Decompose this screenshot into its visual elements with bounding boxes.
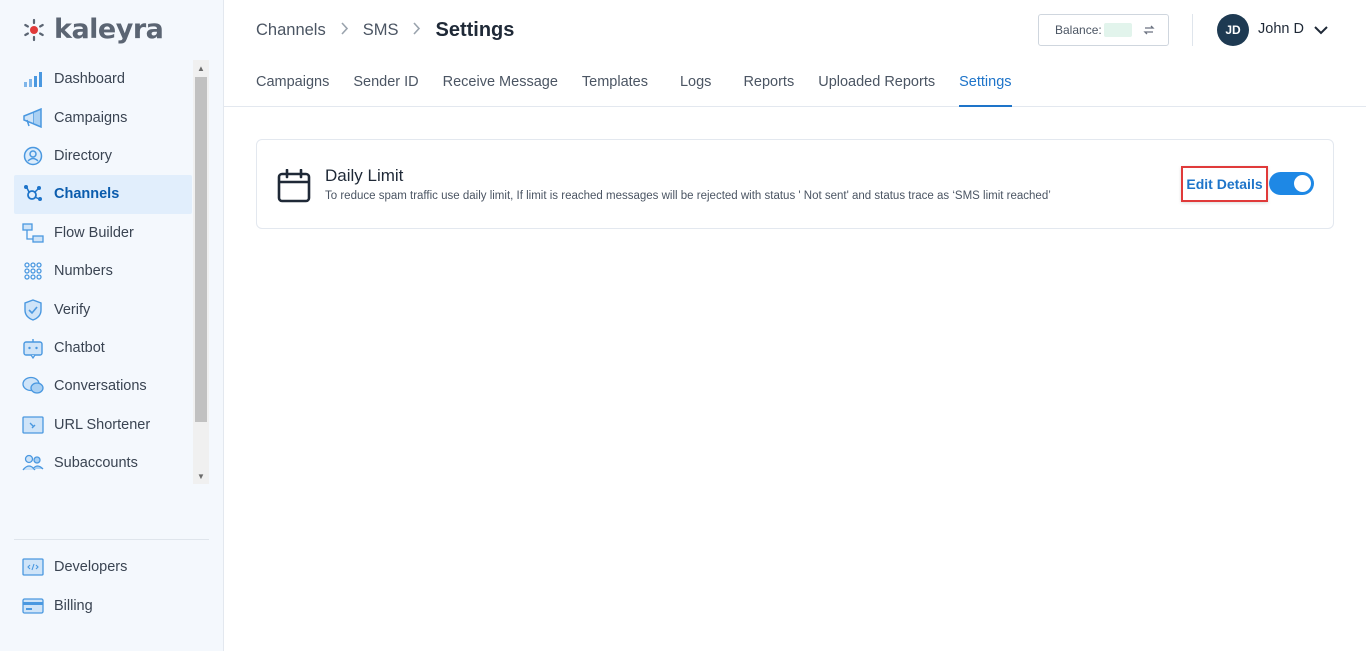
- card-icon: [22, 595, 44, 617]
- sidebar-item-conversations[interactable]: Conversations: [14, 367, 192, 405]
- sidebar-scrollbar[interactable]: ▲ ▼: [193, 60, 209, 484]
- shield-icon: [22, 298, 44, 321]
- dialpad-icon: [22, 260, 44, 282]
- tab-settings[interactable]: Settings: [959, 60, 1012, 107]
- sidebar-item-label: Chatbot: [54, 339, 105, 356]
- sidebar-item-chatbot[interactable]: Chatbot: [14, 329, 192, 367]
- balance-button[interactable]: Balance:: [1038, 14, 1169, 46]
- logo-mark-icon: [24, 18, 44, 41]
- calendar-icon: [277, 169, 311, 203]
- page-title: Settings: [435, 18, 515, 41]
- chatbot-icon: [22, 337, 44, 359]
- tab-templates[interactable]: Templates: [582, 60, 648, 107]
- code-icon: [22, 556, 44, 578]
- balance-label: Balance:: [1055, 23, 1102, 37]
- sidebar-item-label: Developers: [54, 559, 128, 576]
- sidebar-item-directory[interactable]: Directory: [14, 137, 192, 175]
- sidebar-item-subaccounts[interactable]: Subaccounts: [14, 444, 192, 482]
- daily-limit-title: Daily Limit: [325, 166, 404, 185]
- tab-receive-message[interactable]: Receive Message: [443, 60, 558, 107]
- sidebar-item-verify[interactable]: Verify: [14, 290, 192, 328]
- sidebar-item-label: Directory: [54, 147, 113, 164]
- sidebar-item-label: Flow Builder: [54, 224, 134, 241]
- megaphone-icon: [22, 107, 44, 129]
- breadcrumb-channels[interactable]: Channels: [256, 21, 326, 40]
- sidebar-item-channels[interactable]: Channels: [14, 175, 192, 214]
- link-icon: [22, 414, 44, 436]
- daily-limit-card: Daily Limit To reduce spam traffic use d…: [256, 139, 1334, 229]
- daily-limit-toggle[interactable]: [1269, 172, 1314, 195]
- sidebar-bottom-nav: Developers Billing: [14, 548, 192, 625]
- breadcrumb-separator-icon: [412, 22, 421, 38]
- breadcrumb-separator-icon: [340, 22, 349, 38]
- sidebar-nav: Dashboard Campaigns Directory Channels F…: [14, 60, 192, 482]
- sidebar-item-campaigns[interactable]: Campaigns: [14, 98, 192, 136]
- tab-uploaded-reports[interactable]: Uploaded Reports: [818, 60, 935, 107]
- chat-icon: [22, 375, 44, 397]
- breadcrumb-sms[interactable]: SMS: [363, 21, 399, 40]
- tab-reports[interactable]: Reports: [743, 60, 794, 107]
- channels-icon: [22, 183, 44, 205]
- sidebar-item-label: Verify: [54, 301, 91, 318]
- channel-tabs: Campaigns Sender ID Receive Message Temp…: [256, 60, 1036, 107]
- logo-text: kaleyra: [54, 14, 164, 45]
- sidebar-item-developers[interactable]: Developers: [14, 548, 192, 586]
- scroll-thumb[interactable]: [195, 77, 207, 422]
- user-name[interactable]: John D: [1258, 21, 1304, 37]
- scroll-down-arrow-icon[interactable]: ▼: [193, 468, 209, 484]
- edit-details-button[interactable]: Edit Details: [1181, 166, 1268, 202]
- sidebar-item-flow-builder[interactable]: Flow Builder: [14, 214, 192, 252]
- chevron-down-icon[interactable]: [1313, 22, 1329, 38]
- top-header: Channels SMS Settings Balance: JD John D…: [224, 0, 1366, 107]
- avatar[interactable]: JD: [1217, 14, 1249, 46]
- sidebar-item-label: Campaigns: [54, 109, 128, 126]
- sidebar-item-label: Subaccounts: [54, 455, 138, 472]
- scroll-up-arrow-icon[interactable]: ▲: [193, 60, 209, 76]
- refresh-icon[interactable]: [1142, 23, 1156, 37]
- sidebar-item-label: Dashboard: [54, 71, 125, 88]
- header-divider: [1192, 14, 1193, 46]
- sidebar-item-url-shortener[interactable]: URL Shortener: [14, 406, 192, 444]
- sidebar: kaleyra Dashboard Campaigns Directory Ch…: [0, 0, 224, 651]
- users-icon: [22, 452, 44, 474]
- breadcrumb: Channels SMS Settings: [256, 17, 514, 43]
- sidebar-item-label: Conversations: [54, 378, 147, 395]
- tab-logs[interactable]: Logs: [680, 60, 711, 107]
- sidebar-item-label: Billing: [54, 597, 93, 614]
- contact-icon: [22, 145, 44, 167]
- sidebar-item-dashboard[interactable]: Dashboard: [14, 60, 192, 98]
- sidebar-divider: [14, 539, 209, 540]
- sidebar-item-label: Numbers: [54, 263, 113, 280]
- sidebar-item-numbers[interactable]: Numbers: [14, 252, 192, 290]
- sidebar-item-label: Channels: [54, 186, 120, 203]
- kaleyra-logo[interactable]: kaleyra: [22, 14, 164, 45]
- tab-campaigns[interactable]: Campaigns: [256, 60, 329, 107]
- flow-icon: [22, 222, 44, 244]
- balance-value: [1103, 23, 1132, 37]
- tab-sender-id[interactable]: Sender ID: [353, 60, 418, 107]
- toggle-knob: [1294, 175, 1311, 192]
- dashboard-icon: [22, 68, 44, 90]
- daily-limit-description: To reduce spam traffic use daily limit, …: [325, 190, 1051, 202]
- sidebar-item-label: URL Shortener: [54, 416, 151, 433]
- sidebar-item-billing[interactable]: Billing: [14, 586, 192, 624]
